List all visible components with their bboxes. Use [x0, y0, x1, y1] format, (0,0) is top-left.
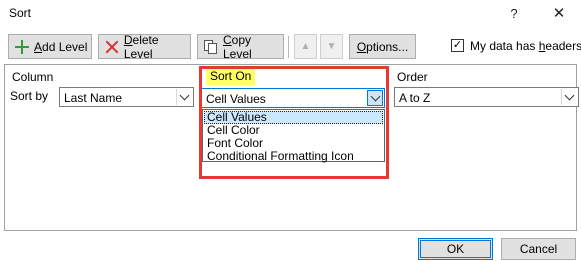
column-select[interactable]: Last Name	[59, 87, 194, 107]
order-select[interactable]: A to Z	[394, 87, 579, 107]
toolbar-separator	[288, 36, 290, 58]
down-arrow-icon: ▼	[326, 41, 337, 52]
sort-levels-list: Column Sort On Order Sort by Last Name C…	[4, 64, 579, 231]
title-bar: Sort ? ✕	[0, 0, 581, 27]
order-select-value: A to Z	[399, 91, 431, 105]
headers-checkbox[interactable]: ✓	[451, 39, 464, 52]
highlight-box	[199, 66, 389, 179]
column-header: Column	[12, 70, 54, 84]
plus-icon	[14, 39, 30, 55]
chevron-down-icon[interactable]	[561, 89, 577, 105]
delete-level-label: Delete Level	[123, 32, 159, 61]
order-header: Order	[397, 70, 428, 84]
checkmark-icon: ✓	[452, 39, 463, 51]
options-button[interactable]: Options...	[349, 34, 416, 59]
add-level-label: Add Level	[34, 39, 88, 54]
dialog-title: Sort	[9, 6, 32, 20]
delete-x-icon	[104, 39, 120, 55]
up-arrow-icon: ▲	[300, 41, 311, 52]
move-down-button[interactable]: ▼	[320, 34, 343, 59]
sort-dialog: Sort ? ✕ Add Level Delete Level Copy Lev…	[0, 0, 581, 261]
options-label: Options...	[356, 39, 409, 54]
copy-level-button[interactable]: Copy Level	[197, 32, 284, 61]
copy-icon	[203, 39, 219, 55]
column-select-value: Last Name	[64, 91, 123, 105]
chevron-down-icon[interactable]	[176, 89, 192, 105]
sort-by-label: Sort by	[10, 89, 49, 103]
close-button[interactable]: ✕	[549, 4, 569, 22]
cancel-button[interactable]: Cancel	[501, 238, 576, 260]
delete-level-button[interactable]: Delete Level	[98, 32, 191, 61]
add-level-button[interactable]: Add Level	[8, 34, 92, 59]
ok-button[interactable]: OK	[418, 238, 493, 260]
copy-level-label: Copy Level	[222, 32, 252, 61]
headers-checkbox-label[interactable]: My data has headers	[470, 39, 581, 53]
toolbar: Add Level Delete Level Copy Level ▲ ▼ Op…	[0, 32, 581, 61]
move-up-button[interactable]: ▲	[294, 34, 317, 59]
help-button[interactable]: ?	[504, 4, 524, 22]
